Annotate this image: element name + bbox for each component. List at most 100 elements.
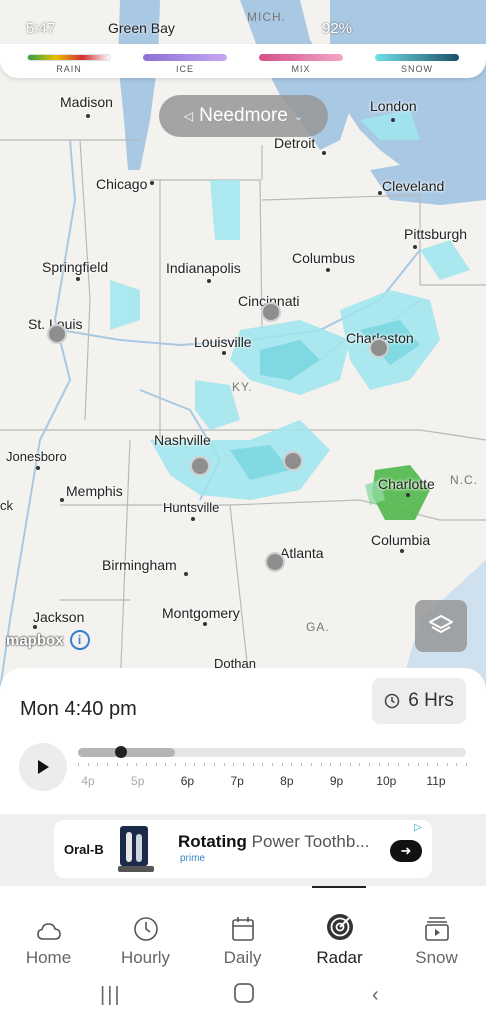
city-dot: [406, 493, 410, 497]
status-bar: 5:47 Green Bay 92%: [0, 14, 486, 44]
timeline-tick: [262, 763, 264, 766]
timeline-tick: [446, 763, 448, 766]
timeline-tick: [281, 763, 283, 766]
timeline-tick: [466, 763, 467, 766]
legend-bar: [143, 54, 227, 61]
map-layers-button[interactable]: [415, 600, 467, 652]
legend-label: MIX: [291, 64, 311, 74]
timeline-tick: [388, 763, 390, 766]
city-dot: [222, 351, 226, 355]
city-dot: [191, 517, 195, 521]
time-range-button[interactable]: 6 Hrs: [372, 678, 466, 724]
timeline-panel: Mon 4:40 pm 6 Hrs 4p 5p 6p 7p 8p 9p 10p 11p: [0, 668, 486, 818]
timeline-tick: [407, 763, 409, 766]
timeline-tick: [436, 763, 438, 766]
city-label: Nashville: [154, 432, 211, 448]
city-dot: [86, 114, 90, 118]
ad-brand: Oral-B: [64, 842, 104, 857]
back-button[interactable]: ‹: [372, 984, 379, 1007]
nav-label: Radar: [316, 948, 363, 967]
city-dot: [203, 622, 207, 626]
toothbrush-product-image: [118, 826, 154, 872]
legend-label: ICE: [175, 64, 194, 74]
timeline-tick: [272, 763, 273, 766]
snow-video-icon: [424, 917, 449, 941]
nav-hourly[interactable]: Hourly: [97, 886, 194, 974]
ad-title: Rotating Power Toothb...: [178, 832, 370, 852]
location-selector[interactable]: ◁ Needmore ⌄: [159, 95, 328, 137]
timeline-slider[interactable]: [78, 746, 466, 758]
ad-banner[interactable]: Oral-B Rotating Power Toothb... prime ➜ …: [0, 814, 486, 886]
timeline-hour-label: 4p: [81, 774, 95, 788]
city-label: Columbus: [292, 250, 356, 266]
camera-marker[interactable]: [47, 324, 67, 344]
home-button[interactable]: [233, 982, 255, 1010]
city-label: ck: [0, 498, 13, 513]
ad-arrow-button[interactable]: ➜: [390, 840, 422, 862]
legend-mix: MIX: [259, 54, 343, 74]
nav-radar[interactable]: Radar: [291, 886, 388, 974]
camera-marker[interactable]: [265, 552, 285, 572]
city-dot: [400, 549, 404, 553]
nav-daily[interactable]: Daily: [194, 886, 291, 974]
timeline-knob[interactable]: [114, 746, 127, 758]
city-dot: [207, 279, 211, 283]
timeline-tick: [330, 763, 332, 766]
timeline-tick: [359, 763, 361, 766]
state-label-nc: N.C.: [450, 473, 478, 487]
info-icon[interactable]: i: [69, 630, 90, 650]
bottom-nav: Home Hourly Daily Radar Snow: [0, 886, 486, 974]
nav-label: Home: [25, 948, 72, 967]
legend-rain: RAIN: [27, 54, 111, 74]
ad-choices-icon[interactable]: ▷: [414, 822, 422, 833]
nav-home[interactable]: Home: [0, 886, 97, 974]
timeline-tick: [204, 763, 206, 766]
camera-marker[interactable]: [261, 302, 281, 322]
city-dot: [391, 118, 395, 122]
legend-ice: ICE: [143, 54, 227, 74]
camera-marker[interactable]: [369, 338, 389, 358]
city-dot: [36, 466, 40, 470]
radar-map[interactable]: MICH. KY. N.C. GA. Madison London Detroi…: [0, 0, 486, 690]
timeline-tick: [184, 763, 186, 766]
state-label-ga: GA.: [306, 620, 330, 634]
timeline-tick: [223, 763, 225, 766]
map-attribution: mapbox i: [6, 630, 90, 650]
timeline-tick: [369, 763, 370, 766]
cloud-icon: [36, 923, 61, 940]
timeline-tick: [291, 763, 293, 766]
nav-label: Snow: [415, 948, 458, 967]
camera-marker[interactable]: [190, 456, 210, 476]
city-label: Pittsburgh: [404, 226, 468, 242]
timeline-tick: [349, 763, 351, 766]
location-label: Needmore: [199, 105, 288, 126]
timeline-tick: [175, 763, 176, 766]
clock-icon: [385, 693, 400, 709]
play-icon: [38, 760, 49, 774]
ad-title-rest: Power Toothb...: [251, 832, 370, 851]
legend-bar: [259, 54, 343, 61]
play-button[interactable]: [19, 743, 67, 791]
timeline-tick: [87, 763, 89, 766]
nav-snow[interactable]: Snow: [388, 886, 485, 974]
ad-card[interactable]: Oral-B Rotating Power Toothb... prime ➜ …: [54, 820, 432, 878]
layers-icon: [429, 615, 453, 633]
recent-apps-button[interactable]: |||: [100, 984, 122, 1007]
timeline-tick: [107, 763, 109, 766]
timeline-tick: [126, 763, 128, 766]
timeline-tick: [301, 763, 303, 766]
timeline-ticks: [78, 763, 467, 771]
city-label: Green Bay: [108, 20, 175, 36]
timeline-tick: [136, 763, 138, 766]
radar-icon: [326, 914, 353, 940]
city-label: Chicago: [96, 176, 148, 192]
timeline-tick: [233, 763, 235, 766]
city-dot: [378, 191, 382, 195]
camera-marker[interactable]: [283, 451, 303, 471]
city-dot: [60, 498, 64, 502]
city-label: Madison: [60, 94, 113, 110]
city-label: Columbia: [371, 532, 431, 548]
city-label: Atlanta: [280, 545, 324, 561]
timeline-hour-label: 8p: [280, 774, 294, 788]
timeline-tick: [310, 763, 312, 766]
